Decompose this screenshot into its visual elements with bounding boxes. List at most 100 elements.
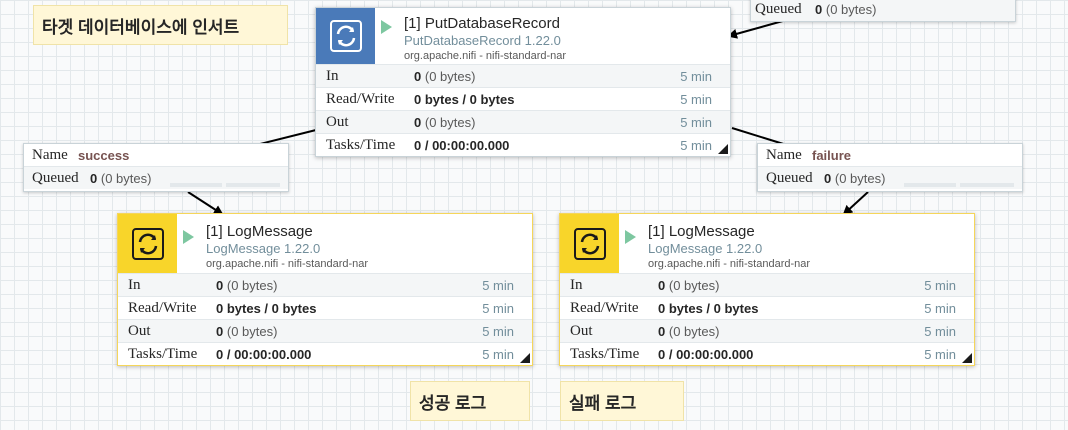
connection-line-success-b[interactable] [187, 191, 224, 216]
label-success-log[interactable]: 성공 로그 [410, 381, 530, 421]
stat-out-row: Out 0 (0 bytes) 5 min [316, 111, 730, 134]
stat-out-row: Out 0 (0 bytes) 5 min [118, 320, 532, 343]
connection-name: failure [812, 148, 852, 163]
stat-rw-row: Read/Write 0 bytes / 0 bytes 5 min [560, 297, 974, 320]
conn-name-row: Name success [24, 144, 288, 167]
processor-put-database-record[interactable]: [1] PutDatabaseRecord PutDatabaseRecord … [315, 7, 731, 157]
processor-stats: In 0 (0 bytes) 5 min Read/Write 0 bytes … [118, 274, 532, 365]
label-text: 타겟 데이터베이스에 인서트 [42, 17, 240, 37]
processor-icon [573, 227, 606, 260]
stat-tasks-row: Tasks/Time 0 / 00:00:00.000 5 min [316, 134, 730, 156]
queue-bar [904, 183, 956, 187]
queued-label: Queued [32, 170, 79, 186]
processor-header: [1] PutDatabaseRecord PutDatabaseRecord … [316, 8, 730, 65]
stat-rw-value: 0 bytes / 0 bytes [658, 301, 759, 316]
processor-icon [329, 20, 362, 52]
stat-in-value: 0 (0 bytes) [414, 69, 476, 84]
stat-rw-row: Read/Write 0 bytes / 0 bytes 5 min [316, 88, 730, 111]
stat-tasks-time: 5 min [680, 138, 712, 153]
processor-icon-box [118, 214, 177, 273]
stat-in-row: In 0 (0 bytes) 5 min [560, 274, 974, 297]
stat-out-value: 0 (0 bytes) [414, 115, 476, 130]
conn-name-row: Name failure [758, 144, 1022, 167]
queued-label: Queued [766, 170, 813, 186]
stat-tasks-time: 5 min [924, 347, 956, 362]
label-target-db[interactable]: 타겟 데이터베이스에 인서트 [33, 5, 288, 45]
connection-success[interactable]: Name success Queued 0 (0 bytes) [23, 143, 289, 192]
stat-tasks-value: 0 / 00:00:00.000 [414, 138, 510, 153]
run-status-icon[interactable] [183, 230, 194, 244]
processor-header: [1] LogMessage LogMessage 1.22.0 org.apa… [560, 214, 974, 274]
stat-out-time: 5 min [680, 115, 712, 130]
connection-failure[interactable]: Name failure Queued 0 (0 bytes) [757, 143, 1023, 192]
stat-out-time: 5 min [482, 324, 514, 339]
stat-in-time: 5 min [924, 278, 956, 293]
conn-queued-row: Queued 0 (0 bytes) [758, 167, 1022, 189]
stat-in-row: In 0 (0 bytes) 5 min [316, 65, 730, 88]
name-label: Name [766, 147, 802, 163]
processor-icon-box [560, 214, 619, 273]
processor-name: [1] PutDatabaseRecord [404, 15, 560, 32]
stat-rw-time: 5 min [924, 301, 956, 316]
stat-tasks-row: Tasks/Time 0 / 00:00:00.000 5 min [118, 343, 532, 365]
queued-value: 0 (0 bytes) [815, 2, 877, 17]
label-text: 성공 로그 [419, 393, 487, 413]
stat-in-time: 5 min [680, 69, 712, 84]
stat-out-row: Out 0 (0 bytes) 5 min [560, 320, 974, 343]
name-label: Name [32, 147, 68, 163]
label-failure-log[interactable]: 실패 로그 [560, 381, 684, 421]
stat-rw-label: Read/Write [128, 300, 197, 316]
processor-type: LogMessage 1.22.0 [648, 241, 763, 256]
queued-value: 0 (0 bytes) [824, 171, 886, 186]
queue-bar [226, 183, 280, 187]
stat-rw-label: Read/Write [570, 300, 639, 316]
queue-bar [170, 183, 222, 187]
stat-out-label: Out [128, 323, 151, 339]
resize-corner-icon [520, 353, 530, 363]
stat-out-value: 0 (0 bytes) [658, 324, 720, 339]
run-status-icon[interactable] [381, 20, 392, 34]
connection-line-failure-b[interactable] [842, 191, 869, 216]
processor-stats: In 0 (0 bytes) 5 min Read/Write 0 bytes … [560, 274, 974, 365]
stat-tasks-value: 0 / 00:00:00.000 [216, 347, 312, 362]
stat-tasks-label: Tasks/Time [326, 137, 396, 153]
processor-log-message-failure[interactable]: [1] LogMessage LogMessage 1.22.0 org.apa… [559, 213, 975, 366]
queued-value: 0 (0 bytes) [90, 171, 152, 186]
stat-rw-label: Read/Write [326, 91, 395, 107]
stat-in-value: 0 (0 bytes) [658, 278, 720, 293]
label-text: 실패 로그 [569, 393, 637, 413]
stat-in-label: In [128, 277, 141, 293]
resize-corner-icon [962, 353, 972, 363]
queued-label: Queued [755, 1, 802, 17]
connection-top[interactable]: Queued 0 (0 bytes) [750, 0, 1016, 22]
stat-tasks-label: Tasks/Time [128, 346, 198, 362]
processor-icon-box [316, 8, 375, 64]
stat-out-label: Out [570, 323, 593, 339]
stat-in-label: In [326, 68, 339, 84]
resize-corner-icon [718, 144, 728, 154]
conn-queued-row: Queued 0 (0 bytes) [24, 167, 288, 189]
stat-in-value: 0 (0 bytes) [216, 278, 278, 293]
processor-bundle: org.apache.nifi - nifi-standard-nar [404, 50, 567, 62]
processor-type: PutDatabaseRecord 1.22.0 [404, 33, 561, 48]
processor-name: [1] LogMessage [648, 223, 755, 240]
stat-rw-time: 5 min [482, 301, 514, 316]
processor-name: [1] LogMessage [206, 223, 313, 240]
stat-in-time: 5 min [482, 278, 514, 293]
stat-rw-time: 5 min [680, 92, 712, 107]
stat-tasks-value: 0 / 00:00:00.000 [658, 347, 754, 362]
run-status-icon[interactable] [625, 230, 636, 244]
stat-in-label: In [570, 277, 583, 293]
stat-tasks-row: Tasks/Time 0 / 00:00:00.000 5 min [560, 343, 974, 365]
stat-rw-value: 0 bytes / 0 bytes [414, 92, 515, 107]
connection-name: success [78, 148, 130, 163]
queue-bar [960, 183, 1014, 187]
stat-out-value: 0 (0 bytes) [216, 324, 278, 339]
processor-icon [131, 227, 164, 260]
processor-log-message-success[interactable]: [1] LogMessage LogMessage 1.22.0 org.apa… [117, 213, 533, 366]
stat-out-time: 5 min [924, 324, 956, 339]
conn-queued-row: Queued 0 (0 bytes) [751, 0, 1015, 21]
processor-bundle: org.apache.nifi - nifi-standard-nar [648, 258, 811, 270]
processor-type: LogMessage 1.22.0 [206, 241, 321, 256]
processor-header: [1] LogMessage LogMessage 1.22.0 org.apa… [118, 214, 532, 274]
